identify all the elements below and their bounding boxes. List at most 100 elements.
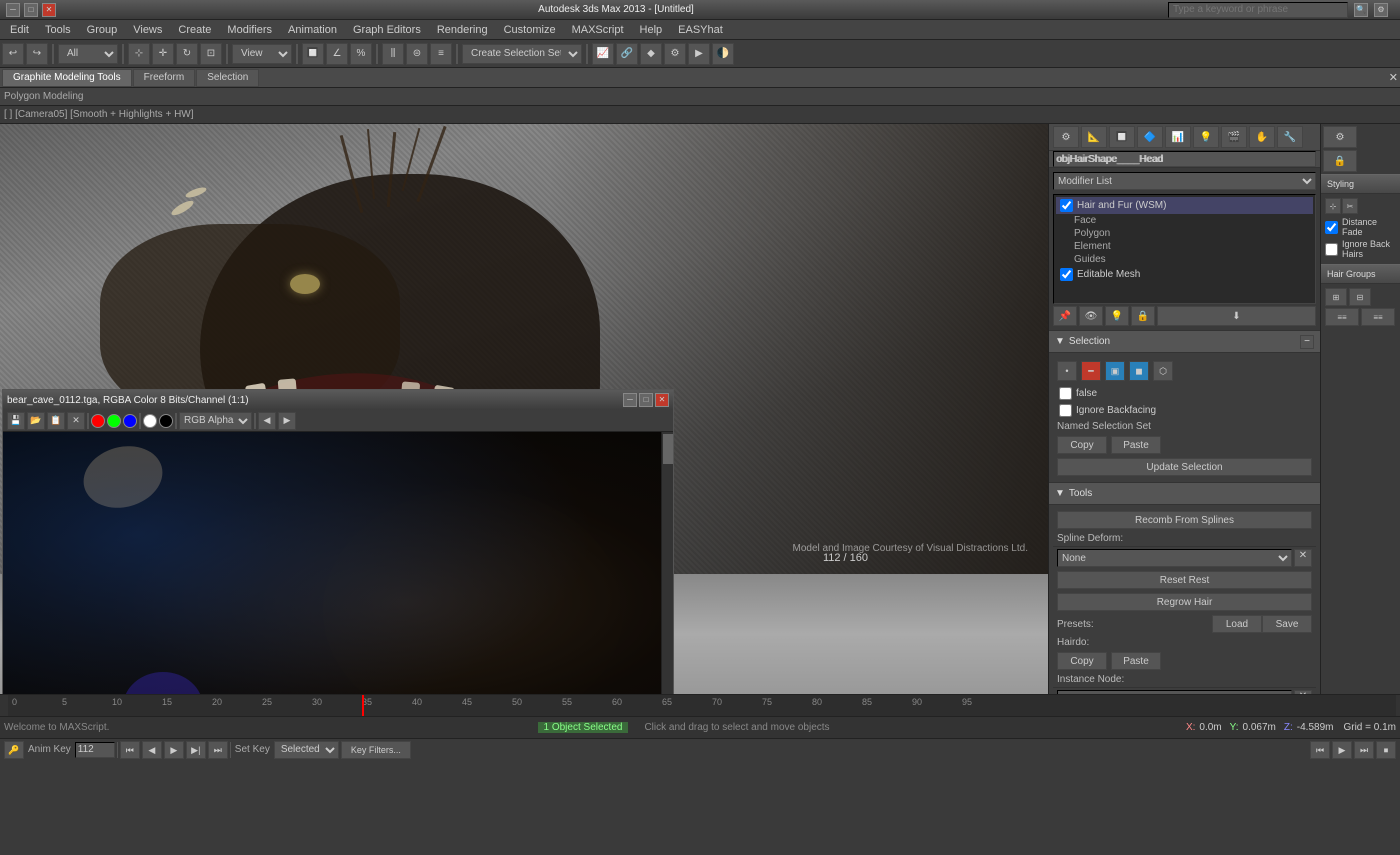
key-filters-btn[interactable]: Key Filters... <box>341 741 411 759</box>
menu-help[interactable]: Help <box>632 22 671 38</box>
hairdo-paste-btn[interactable]: Paste <box>1111 652 1161 670</box>
next-key-btn[interactable]: ⏭ <box>208 741 228 759</box>
recomb-btn[interactable]: Recomb From Splines <box>1057 511 1312 529</box>
rp-icon-2[interactable]: 📐 <box>1081 126 1107 148</box>
mini-prev-btn[interactable]: ⏮ <box>1310 741 1330 759</box>
sel-polygon-icon[interactable]: ◼ <box>1129 361 1149 381</box>
mod-element[interactable]: Element <box>1056 240 1313 253</box>
deform-x-btn[interactable]: ✕ <box>1294 549 1312 567</box>
mini-stop-btn[interactable]: ⏹ <box>1376 741 1396 759</box>
black-btn[interactable] <box>159 414 173 428</box>
timeline-ruler[interactable]: 0 5 10 15 20 25 30 35 40 45 50 55 60 65 … <box>8 695 1396 716</box>
prev-key-btn[interactable]: ⏮ <box>120 741 140 759</box>
save-btn[interactable]: Save <box>1262 615 1312 633</box>
sel-collapse-btn[interactable]: − <box>1300 335 1314 349</box>
curve-editor-btn[interactable]: 📈 <box>592 43 614 65</box>
image-viewer[interactable]: bear_cave_0112.tga, RGBA Color 8 Bits/Ch… <box>2 389 674 694</box>
rp-icon-4[interactable]: 🔷 <box>1137 126 1163 148</box>
mod-face[interactable]: Face <box>1056 214 1313 227</box>
menu-graph-editors[interactable]: Graph Editors <box>345 22 429 38</box>
mod-vis-btn[interactable]: 👁 <box>1079 306 1103 326</box>
prev-frame-btn[interactable]: ◀ <box>142 741 162 759</box>
selection-header[interactable]: ▼ Selection − <box>1049 331 1320 353</box>
hair-groups-header[interactable]: Hair Groups <box>1321 264 1400 284</box>
white-btn[interactable] <box>143 414 157 428</box>
hg-icon-3[interactable]: ≡≡ <box>1325 308 1359 326</box>
select-btn[interactable]: ⊹ <box>128 43 150 65</box>
mod-lock-btn[interactable]: 🔒 <box>1131 306 1155 326</box>
hg-icon-4[interactable]: ≡≡ <box>1361 308 1395 326</box>
active-shade-btn[interactable]: 🌓 <box>712 43 734 65</box>
update-sel-btn[interactable]: Update Selection <box>1057 458 1312 476</box>
frame-input[interactable] <box>75 742 115 758</box>
sel-element-icon[interactable]: ⬡ <box>1153 361 1173 381</box>
tools-header[interactable]: ▼ Tools <box>1049 483 1320 505</box>
rp-icon-1[interactable]: ⚙ <box>1053 126 1079 148</box>
mod-hair-fur[interactable]: Hair and Fur (WSM) <box>1056 197 1313 214</box>
mod-em-check[interactable] <box>1060 268 1073 281</box>
styling-header[interactable]: Styling <box>1321 174 1400 194</box>
mod-down-btn[interactable]: ⬇ <box>1157 306 1316 326</box>
modifier-list-dropdown[interactable]: Modifier List <box>1053 172 1316 190</box>
next-frame-btn[interactable]: ▶| <box>186 741 206 759</box>
align-btn[interactable]: ⊜ <box>406 43 428 65</box>
iv-vscrollbar[interactable] <box>661 432 673 694</box>
mini-next-btn[interactable]: ⏭ <box>1354 741 1374 759</box>
ribbon-close[interactable]: ✕ <box>1389 71 1398 84</box>
iv-copy-btn[interactable]: 📋 <box>47 412 65 430</box>
rp-icon-3[interactable]: 🔲 <box>1109 126 1135 148</box>
fr-icon-gear[interactable]: ⚙ <box>1323 126 1357 148</box>
tab-graphite[interactable]: Graphite Modeling Tools <box>2 69 132 87</box>
search-input[interactable] <box>1168 2 1348 18</box>
menu-group[interactable]: Group <box>79 22 126 38</box>
settings-btn[interactable]: ⚙ <box>1374 3 1388 17</box>
iv-maximize-btn[interactable]: □ <box>639 393 653 407</box>
iv-save-btn[interactable]: 💾 <box>7 412 25 430</box>
rp-icon-5[interactable]: 📊 <box>1165 126 1191 148</box>
tab-freeform[interactable]: Freeform <box>133 69 196 87</box>
menu-animation[interactable]: Animation <box>280 22 345 38</box>
layer-btn[interactable]: ≡ <box>430 43 452 65</box>
mod-light-btn[interactable]: 💡 <box>1105 306 1129 326</box>
spline-deform-dropdown[interactable]: None <box>1057 549 1292 567</box>
view-dropdown[interactable]: View <box>232 44 292 64</box>
iv-open-btn[interactable]: 📂 <box>27 412 45 430</box>
rp-icon-8[interactable]: ✋ <box>1249 126 1275 148</box>
menu-rendering[interactable]: Rendering <box>429 22 496 38</box>
sty-icon-2[interactable]: ✂ <box>1342 198 1358 214</box>
menu-edit[interactable]: Edit <box>2 22 37 38</box>
ignore-backfacing-check[interactable] <box>1059 404 1072 417</box>
undo-btn[interactable]: ↩ <box>2 43 24 65</box>
sel-edge-icon[interactable]: ━ <box>1081 361 1101 381</box>
iv-vscroll-thumb[interactable] <box>663 434 673 464</box>
angle-snap-btn[interactable]: ∠ <box>326 43 348 65</box>
snap-btn[interactable]: 🔲 <box>302 43 324 65</box>
dist-fade-check[interactable] <box>1325 221 1338 234</box>
iv-minimize-btn[interactable]: ─ <box>623 393 637 407</box>
iv-close-btn[interactable]: ✕ <box>655 393 669 407</box>
channel-select[interactable]: RGB Alpha RGB Alpha <box>179 412 252 430</box>
sty-icon-1[interactable]: ⊹ <box>1325 198 1341 214</box>
schematic-btn[interactable]: 🔗 <box>616 43 638 65</box>
copy-sel-btn[interactable]: Copy <box>1057 436 1107 454</box>
rotate-btn[interactable]: ↻ <box>176 43 198 65</box>
menu-customize[interactable]: Customize <box>496 22 564 38</box>
menu-maxscript[interactable]: MAXScript <box>564 22 632 38</box>
hairdo-copy-btn[interactable]: Copy <box>1057 652 1107 670</box>
minimize-btn[interactable]: ─ <box>6 3 20 17</box>
menu-tools[interactable]: Tools <box>37 22 79 38</box>
mod-pin-btn[interactable]: 📌 <box>1053 306 1077 326</box>
load-btn[interactable]: Load <box>1212 615 1262 633</box>
render-btn[interactable]: ▶ <box>688 43 710 65</box>
hg-icon-1[interactable]: ⊞ <box>1325 288 1347 306</box>
regrow-btn[interactable]: Regrow Hair <box>1057 593 1312 611</box>
timeline-playhead[interactable] <box>362 695 364 716</box>
viewport[interactable]: Model and Image Courtesy of Visual Distr… <box>0 124 1048 694</box>
mod-hf-check[interactable] <box>1060 199 1073 212</box>
move-btn[interactable]: ✛ <box>152 43 174 65</box>
filter-dropdown[interactable]: All <box>58 44 118 64</box>
iv-right-btn[interactable]: ▶ <box>278 412 296 430</box>
iv-left-btn[interactable]: ◀ <box>258 412 276 430</box>
close-btn[interactable]: ✕ <box>42 3 56 17</box>
redo-btn[interactable]: ↪ <box>26 43 48 65</box>
